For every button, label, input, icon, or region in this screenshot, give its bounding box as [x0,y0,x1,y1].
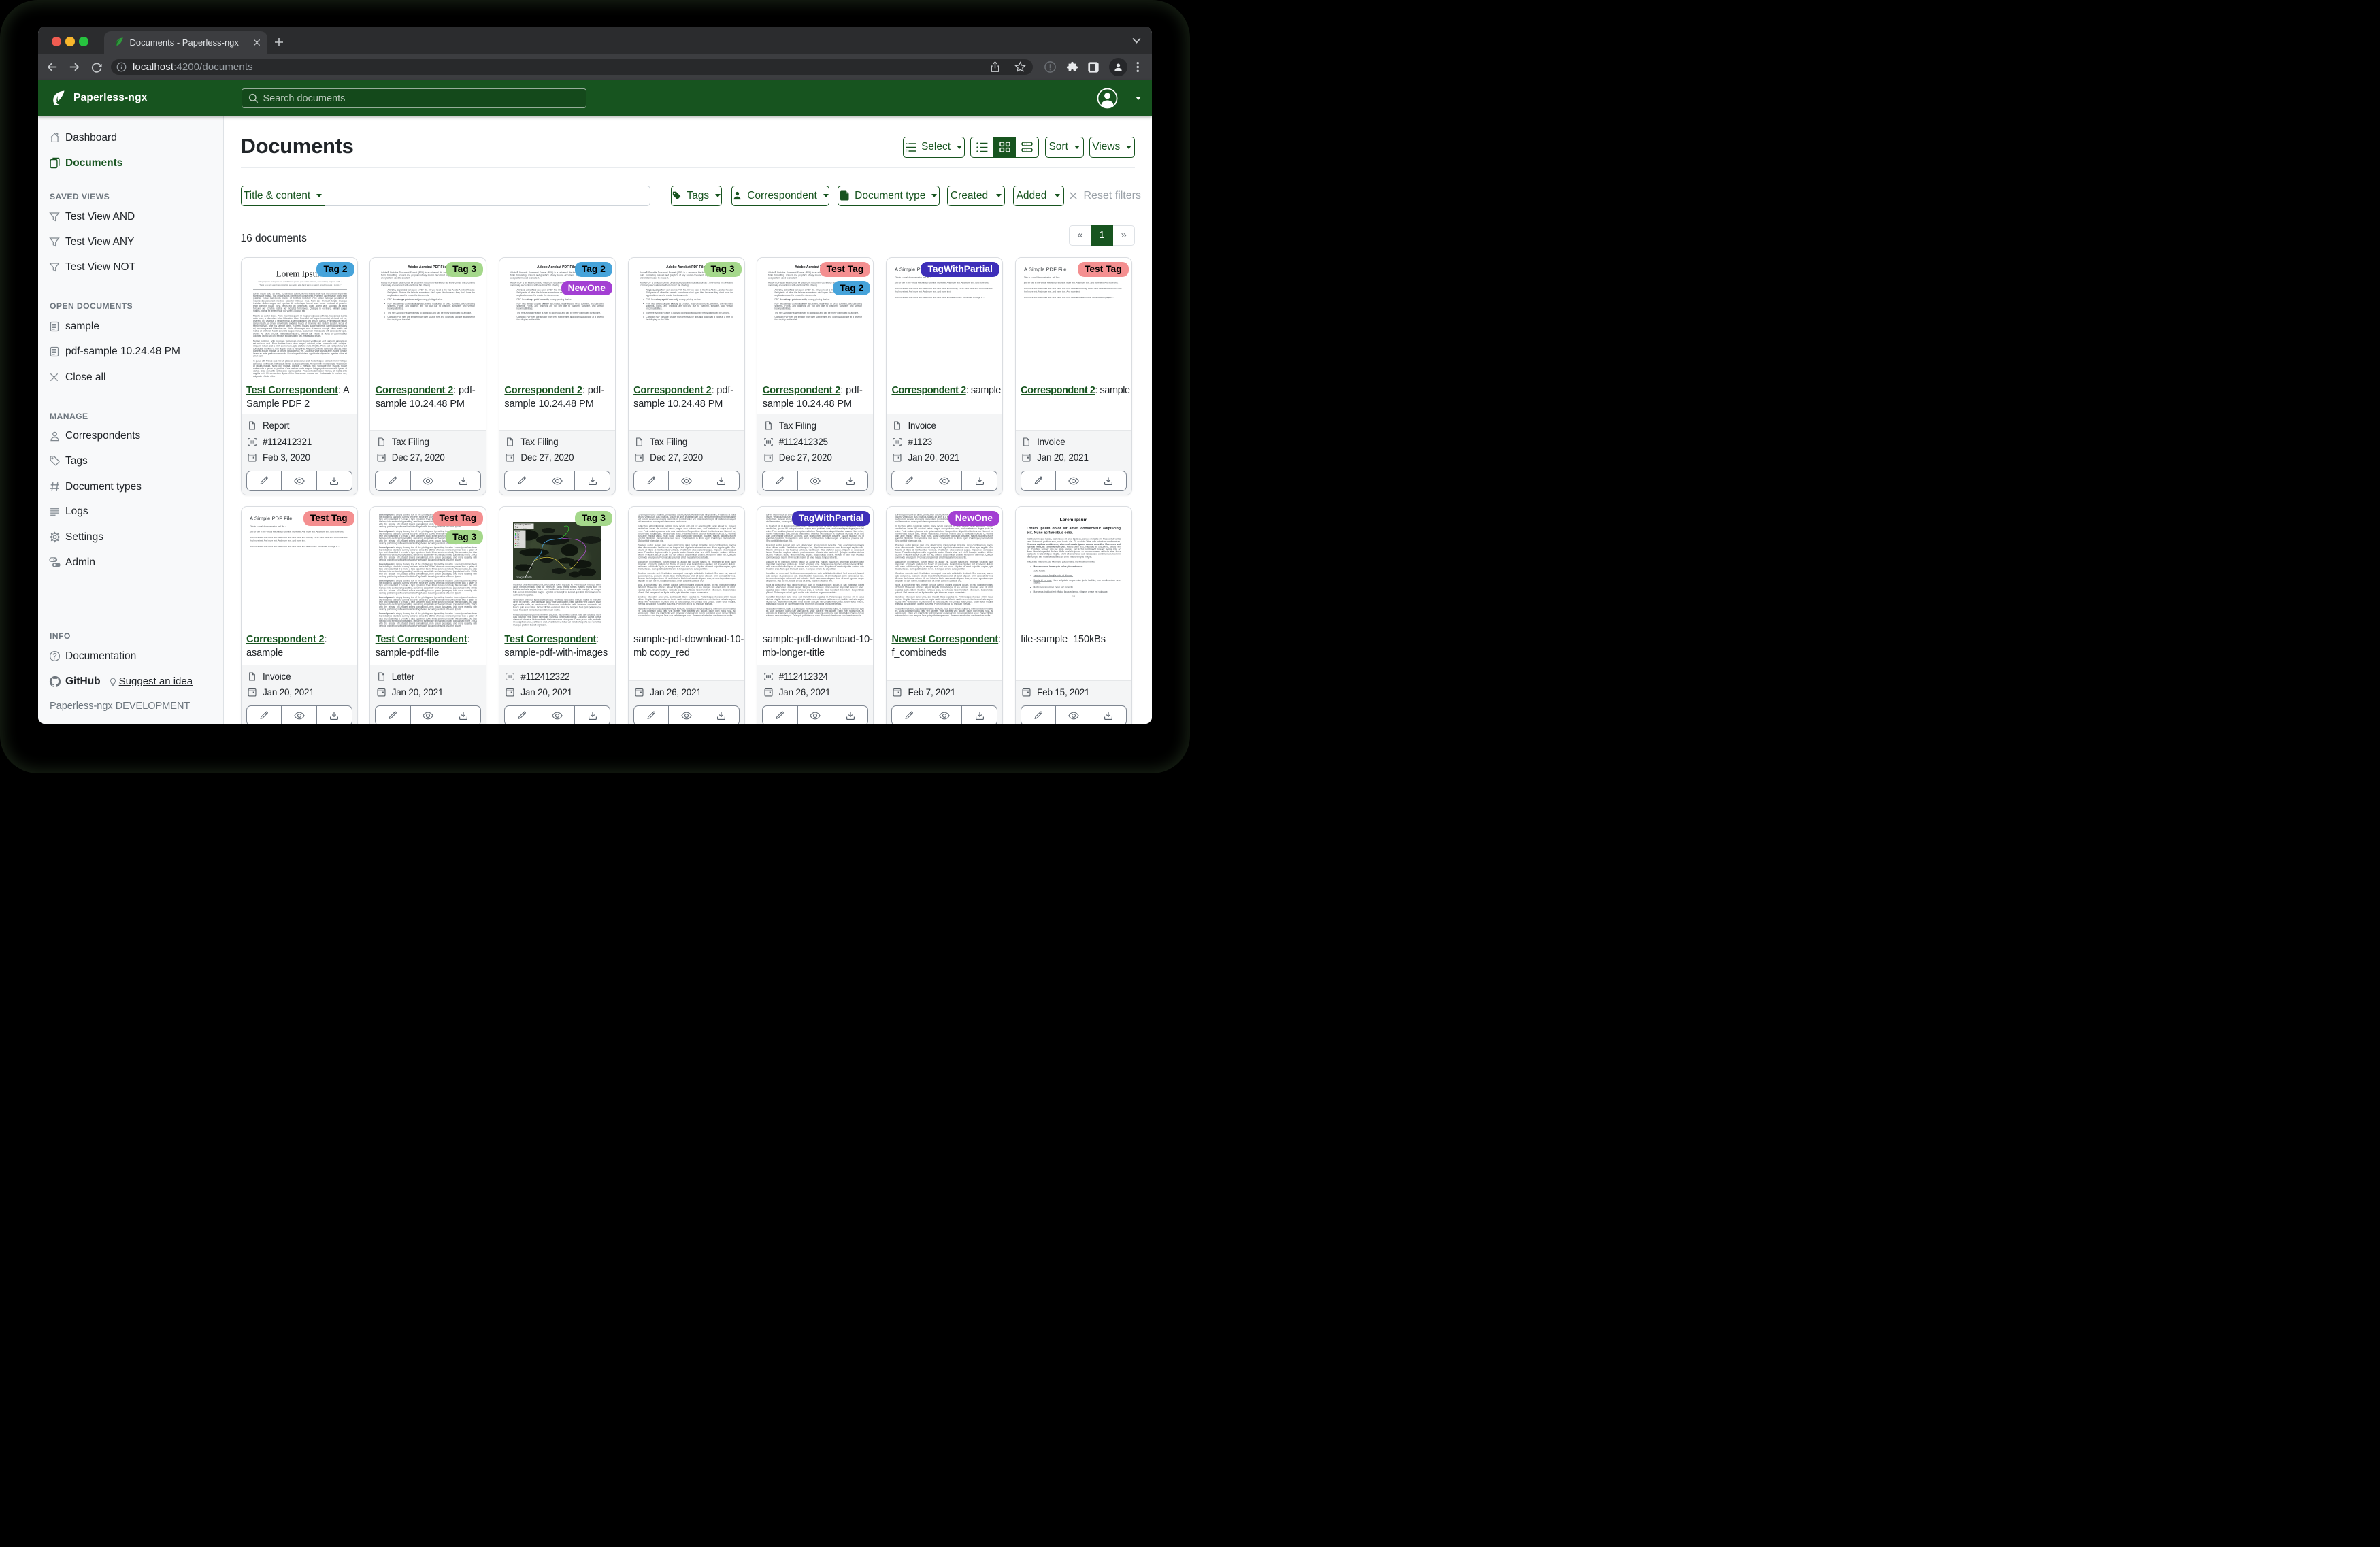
svg-text:Google Earth: Google Earth [516,576,532,579]
